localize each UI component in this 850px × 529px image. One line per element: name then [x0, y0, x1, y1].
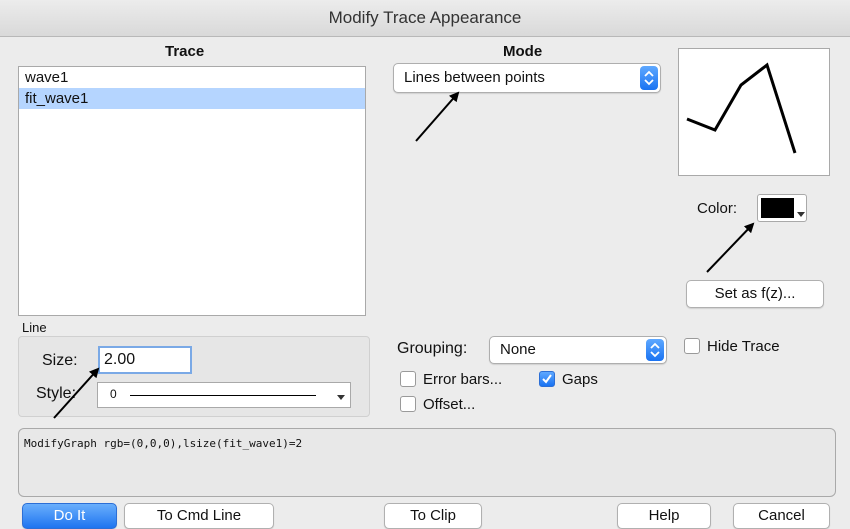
arrow-color: [706, 222, 755, 273]
arrow-mode: [415, 91, 460, 142]
arrow-size: [53, 367, 100, 419]
annotation-arrows: [53, 91, 755, 419]
